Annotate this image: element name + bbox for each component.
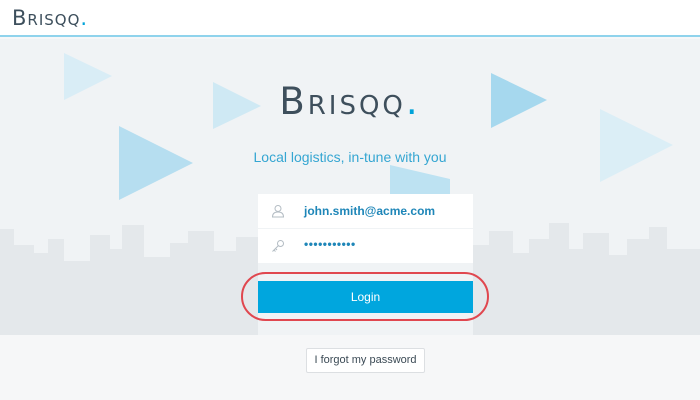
header-logo-text: Brisqq (12, 6, 81, 30)
email-field[interactable]: john.smith@acme.com (258, 194, 473, 228)
top-bar: Brisqq. (0, 0, 700, 37)
brand-logo: Brisqq. (0, 80, 700, 123)
key-icon (272, 240, 284, 252)
login-button[interactable]: Login (258, 281, 473, 313)
password-value[interactable]: ••••••••••• (304, 237, 356, 251)
email-value[interactable]: john.smith@acme.com (304, 204, 435, 218)
password-field[interactable]: ••••••••••• (258, 229, 473, 263)
user-icon (271, 205, 285, 218)
brand-logo-dot: . (405, 80, 421, 123)
header-logo[interactable]: Brisqq. (12, 6, 88, 30)
forgot-password-button[interactable]: I forgot my password (306, 348, 425, 373)
header-logo-dot: . (80, 6, 89, 30)
brand-logo-text: Brisqq (279, 80, 406, 123)
tagline: Local logistics, in-tune with you (253, 149, 447, 165)
hero-section: Brisqq. Local logistics, in-tune with yo… (0, 39, 700, 335)
